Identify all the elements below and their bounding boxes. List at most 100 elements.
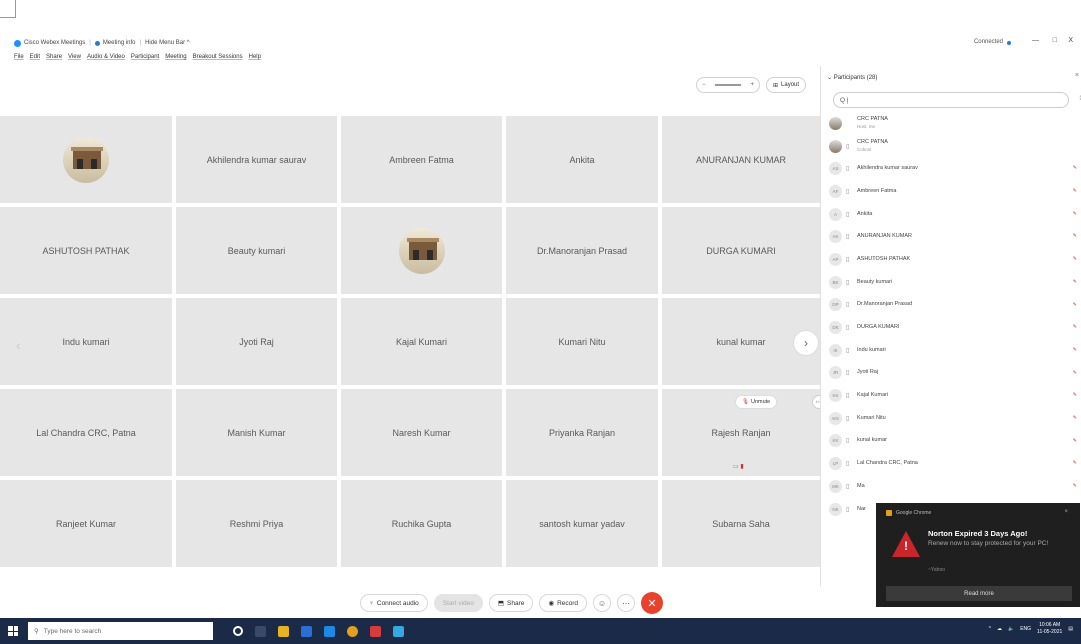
mic-muted-icon[interactable]: ✎ xyxy=(1073,279,1077,285)
zoom-out-icon[interactable]: − xyxy=(702,82,706,88)
participant-video-tile[interactable]: Ranjeet Kumar xyxy=(0,480,172,567)
more-options-button[interactable]: ⋯ xyxy=(617,594,636,612)
menu-help[interactable]: Help xyxy=(249,54,261,60)
participant-video-tile[interactable]: Lal Chandra CRC, Patna xyxy=(0,389,172,476)
webex-taskbar-icon[interactable] xyxy=(393,625,404,637)
participant-video-tile[interactable]: ANURANJAN KUMAR xyxy=(662,116,820,203)
participants-title[interactable]: ⌄ Participants (28) xyxy=(827,74,877,81)
participant-list-item[interactable]: AK ▯ ANURANJAN KUMAR ✎ xyxy=(829,225,1079,248)
mic-muted-icon[interactable]: ✎ xyxy=(1073,211,1077,217)
participant-list-item[interactable]: AS ▯ Akhilendra kumar saurav ✎ xyxy=(829,157,1079,180)
windows-start-icon[interactable] xyxy=(8,626,18,636)
participant-list-item[interactable]: A ▯ Ankita ✎ xyxy=(829,203,1079,226)
mic-muted-icon[interactable]: ✎ xyxy=(1073,483,1077,489)
mic-muted-icon[interactable]: ✎ xyxy=(1073,370,1077,376)
task-view-icon[interactable] xyxy=(255,625,266,637)
participant-video-tile[interactable]: Dr.Manoranjan Prasad xyxy=(506,207,658,294)
participant-list-item[interactable]: JR ▯ Jyoti Raj ✎ xyxy=(829,362,1079,385)
participant-list-item[interactable]: LP ▯ Lal Chandra CRC, Patna ✎ xyxy=(829,452,1079,475)
mic-muted-icon[interactable]: ✎ xyxy=(1073,415,1077,421)
participant-video-tile[interactable]: DURGA KUMARI xyxy=(662,207,820,294)
menu-view[interactable]: View xyxy=(68,54,81,60)
mic-muted-icon[interactable]: ✎ xyxy=(1073,438,1077,444)
participant-list-item[interactable]: CRC PATNA Host, me xyxy=(829,112,1079,135)
participant-video-tile[interactable]: Naresh Kumar xyxy=(341,389,502,476)
store-icon[interactable] xyxy=(301,625,312,637)
menu-file[interactable]: File xyxy=(14,54,24,60)
cortana-icon[interactable] xyxy=(233,626,243,636)
reactions-button[interactable]: ☺ xyxy=(593,594,612,612)
layout-button[interactable]: ⊞ Layout xyxy=(766,77,807,93)
hide-menu-bar-button[interactable]: Hide Menu Bar ^ xyxy=(145,40,190,46)
next-page-button[interactable]: › xyxy=(793,330,819,356)
notifications-icon[interactable]: ▤ xyxy=(1068,626,1073,632)
menu-meeting[interactable]: Meeting xyxy=(165,54,186,60)
participant-list-item[interactable]: DK ▯ DURGA KUMARI ✎ xyxy=(829,316,1079,339)
menu-audio-video[interactable]: Audio & Video xyxy=(87,54,125,60)
zoom-track[interactable] xyxy=(715,84,741,86)
participant-list-item[interactable]: AP ▯ ASHUTOSH PATHAK ✎ xyxy=(829,248,1079,271)
participant-video-tile[interactable]: Ambreen Fatma xyxy=(341,116,502,203)
participant-video-tile[interactable]: Ankita xyxy=(506,116,658,203)
participant-list-item[interactable]: KK ▯ Kajal Kumari ✎ xyxy=(829,384,1079,407)
clock[interactable]: 10:06 AM 11-05-2021 xyxy=(1037,622,1062,636)
notification-close-button[interactable]: × xyxy=(1064,509,1068,515)
participant-list-item[interactable]: BK ▯ Beauty kumari ✎ xyxy=(829,271,1079,294)
participant-video-tile[interactable]: Kajal Kumari xyxy=(341,298,502,385)
chrome-taskbar-icon[interactable] xyxy=(347,625,358,637)
share-button[interactable]: ⬒ Share xyxy=(488,594,534,612)
maximize-button[interactable]: □ xyxy=(1053,37,1057,44)
participant-list-item[interactable]: DP ▯ Dr.Manoranjan Prasad ✎ xyxy=(829,294,1079,317)
menu-share[interactable]: Share xyxy=(46,54,62,60)
mic-muted-icon[interactable]: ✎ xyxy=(1073,233,1077,239)
participant-video-tile[interactable] xyxy=(341,207,502,294)
participant-video-tile[interactable]: Beauty kumari xyxy=(176,207,337,294)
connect-audio-button[interactable]: ♀ Connect audio xyxy=(360,594,428,612)
participant-video-tile[interactable]: Kumari Nitu xyxy=(506,298,658,385)
zoom-slider[interactable]: − + xyxy=(696,77,760,93)
start-video-button[interactable]: Start video xyxy=(433,594,483,612)
participant-video-tile[interactable]: Indu kumari xyxy=(0,298,172,385)
unmute-button[interactable]: 🎙 Unmute xyxy=(735,395,778,409)
app-icon[interactable] xyxy=(370,625,381,637)
language-indicator[interactable]: ENG xyxy=(1020,626,1031,632)
participant-video-tile[interactable]: santosh kumar yadav xyxy=(506,480,658,567)
participant-video-tile[interactable]: ASHUTOSH PATHAK xyxy=(0,207,172,294)
participant-list-item[interactable]: KK ▯ kunal kumar ✎ xyxy=(829,430,1079,453)
volume-icon[interactable]: 🔈 xyxy=(1008,626,1014,632)
minimize-button[interactable]: — xyxy=(1032,37,1039,44)
participant-video-tile[interactable] xyxy=(0,116,172,203)
participant-video-tile[interactable]: Subarna Saha xyxy=(662,480,820,567)
read-more-button[interactable]: Read more xyxy=(886,586,1072,601)
participant-list-item[interactable]: MK ▯ Ma ✎ xyxy=(829,475,1079,498)
participant-video-tile[interactable]: Reshmi Priya xyxy=(176,480,337,567)
mic-muted-icon[interactable]: ✎ xyxy=(1073,347,1077,353)
mic-muted-icon[interactable]: ✎ xyxy=(1073,256,1077,262)
mic-muted-icon[interactable]: ✎ xyxy=(1073,324,1077,330)
participant-video-tile[interactable]: Jyoti Raj xyxy=(176,298,337,385)
participant-list-item[interactable]: ▯ CRC PATNA Cohost xyxy=(829,135,1079,158)
mic-muted-icon[interactable]: ✎ xyxy=(1073,188,1077,194)
mic-muted-icon[interactable]: ✎ xyxy=(1073,460,1077,466)
record-button[interactable]: ◉ Record xyxy=(539,594,588,612)
participant-video-tile[interactable]: Manish Kumar xyxy=(176,389,337,476)
panel-close-icon[interactable]: × xyxy=(1075,72,1079,79)
participant-list-item[interactable]: IK ▯ Indu kumari ✎ xyxy=(829,339,1079,362)
norton-notification[interactable]: Google Chrome × ! Norton Expired 3 Days … xyxy=(876,503,1080,607)
participant-search-input[interactable]: Q | xyxy=(833,92,1069,108)
zoom-in-icon[interactable]: + xyxy=(750,82,754,88)
participant-list-item[interactable]: AF ▯ Ambreen Fatma ✎ xyxy=(829,180,1079,203)
menu-participant[interactable]: Participant xyxy=(131,54,159,60)
mail-icon[interactable] xyxy=(324,625,335,637)
previous-page-button[interactable]: ‹ xyxy=(16,337,21,353)
taskbar-search-input[interactable]: ⚲ Type here to search xyxy=(28,622,213,640)
mic-muted-icon[interactable]: ✎ xyxy=(1073,302,1077,308)
menu-edit[interactable]: Edit xyxy=(30,54,40,60)
close-window-button[interactable]: X xyxy=(1068,37,1073,44)
network-icon[interactable]: ☁ xyxy=(997,626,1002,632)
end-call-button[interactable]: ✕ xyxy=(641,592,664,614)
participant-list-item[interactable]: KN ▯ Kumari Nitu ✎ xyxy=(829,407,1079,430)
participant-video-tile[interactable]: Priyanka Ranjan xyxy=(506,389,658,476)
file-explorer-icon[interactable] xyxy=(278,625,289,637)
meeting-info-button[interactable]: Meeting info xyxy=(103,40,136,46)
